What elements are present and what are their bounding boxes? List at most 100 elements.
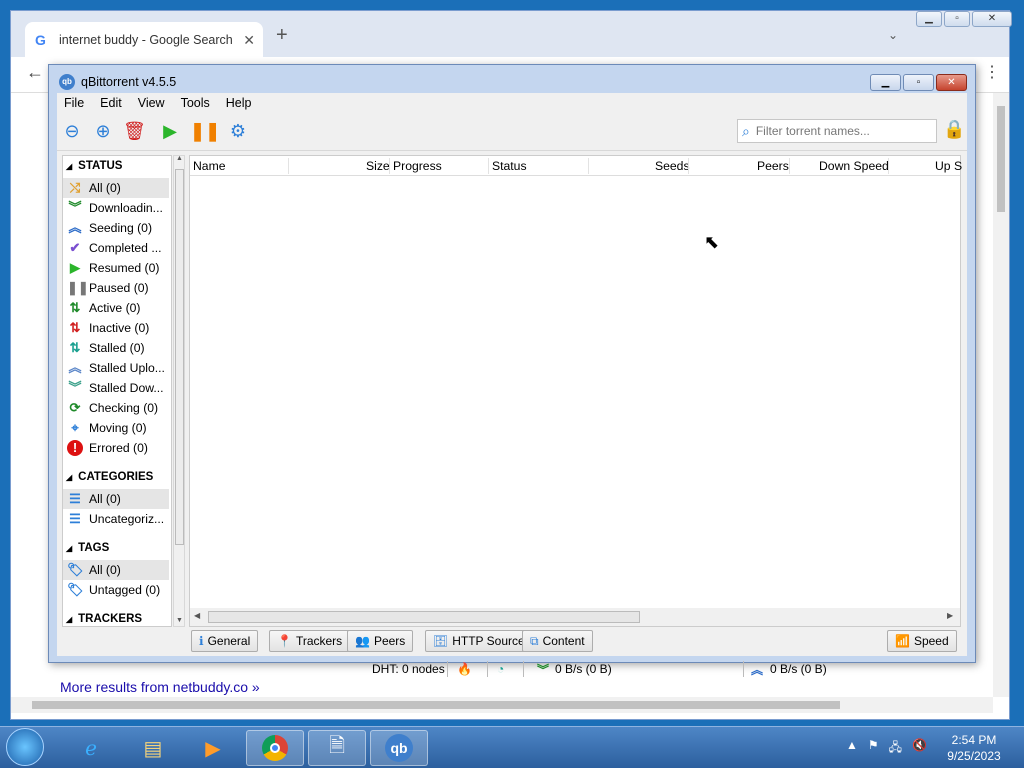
column-separator[interactable] [488,158,489,174]
sidebar-filter-item[interactable]: ▶ Resumed (0) [63,258,169,278]
menu-file[interactable]: File [64,96,84,110]
column-separator[interactable] [688,158,689,174]
scroll-right-arrow-icon[interactable]: ▶ [947,611,953,620]
qb-close-button[interactable]: ✕ [936,74,967,91]
tab-general[interactable]: ℹ General [191,630,259,652]
column-name[interactable]: Name [193,159,226,173]
content-icon: ⧉ [530,633,539,648]
menu-tools[interactable]: Tools [181,96,210,110]
chrome-vscroll-thumb[interactable] [997,106,1005,212]
more-results-link[interactable]: More results from netbuddy.co » [60,679,260,695]
qb-maximize-button[interactable]: ▫ [903,74,934,91]
menu-view[interactable]: View [138,96,165,110]
tag-icon: 🏷 [67,562,84,577]
sidebar-filter-item[interactable]: ⇅ Active (0) [63,298,169,318]
tab-content-label: Content [542,634,585,648]
sidebar-filter-item[interactable]: ︽ Stalled Uplo... [63,358,169,378]
chrome-maximize-button[interactable]: ▫ [944,11,970,27]
network-icon[interactable]: 🖧 [889,738,902,759]
chrome-tab[interactable]: G internet buddy - Google Search ✕ [25,22,263,58]
tab-content[interactable]: ⧉ Content [522,630,593,652]
taskbar-clock[interactable]: 2:54 PM 9/25/2023 [940,732,1008,764]
menu-help[interactable]: Help [226,96,252,110]
add-torrent-file-icon[interactable]: ⊕ [92,120,114,142]
menu-edit[interactable]: Edit [100,96,122,110]
column-separator[interactable] [888,158,889,174]
table-hscroll-thumb[interactable] [208,611,640,623]
scroll-left-arrow-icon[interactable]: ◀ [194,611,200,620]
sidebar-filter-item[interactable]: ⇅ Stalled (0) [63,338,169,358]
taskbar-chrome-icon[interactable] [246,730,304,766]
column-separator[interactable] [789,158,790,174]
sidebar-item-label: Stalled Uplo... [89,361,165,375]
tags-section-header[interactable]: ◢ TAGS [66,542,109,554]
speed-limit-icon[interactable]: ◔ [497,659,504,679]
column-size[interactable]: Size [366,159,390,173]
lock-icon[interactable]: 🔒 [943,119,965,140]
status-section-header[interactable]: ◢ STATUS [66,160,122,172]
chrome-menu-icon[interactable]: ⋮ [984,62,1000,82]
taskbar-media-player-icon[interactable]: ▶ [184,730,242,766]
sidebar-filter-item[interactable]: ⤭ All (0) [63,178,169,198]
sidebar-filter-item[interactable]: ☰ All (0) [63,489,169,509]
column-progress[interactable]: Progress [393,159,442,173]
action-center-flag-icon[interactable]: ⚑ [868,738,879,759]
column-status[interactable]: Status [492,159,527,173]
tab-peers[interactable]: 👥 Peers [347,630,414,652]
chrome-hscroll-thumb[interactable] [32,701,840,709]
sidebar-filter-item[interactable]: ︾ Stalled Dow... [63,378,169,398]
back-arrow-icon[interactable]: ← [26,62,44,83]
sidebar-filter-item[interactable]: ✔ Completed ... [63,238,169,258]
database-icon: 🗄 [433,634,449,648]
categories-section-header[interactable]: ◢ CATEGORIES [66,471,153,483]
double-chevron-up-icon: ︽ [68,360,82,375]
column-peers[interactable]: Peers [757,159,789,173]
options-gear-icon[interactable]: ⚙ [227,120,249,142]
sidebar-filter-item[interactable]: ︾ Downloadin... [63,198,169,218]
chrome-minimize-button[interactable]: ▁ [916,11,942,27]
sidebar-item-label: All (0) [89,492,121,506]
sidebar-filter-item[interactable]: ❚❚ Paused (0) [63,278,169,298]
start-button[interactable] [6,728,44,766]
sidebar-filter-item[interactable]: ︽ Seeding (0) [63,218,169,238]
pause-icon[interactable]: ❚❚ [190,120,220,142]
tab-search-chevron-icon[interactable]: ⌄ [888,28,898,42]
new-tab-button[interactable]: + [276,24,288,47]
sidebar-scroll-thumb[interactable] [175,169,184,545]
taskbar-document-app-icon[interactable]: 🗎 [308,730,366,766]
connection-flame-icon[interactable]: 🔥 [457,659,472,679]
tab-close-icon[interactable]: ✕ [243,32,255,49]
sidebar-filter-item[interactable]: ! Errored (0) [63,438,169,458]
taskbar-internet-explorer-icon[interactable]: ℯ [62,730,120,766]
chrome-close-button[interactable]: ✕ [972,11,1012,27]
qb-window-controls: ▁ ▫ ✕ [870,74,967,91]
volume-muted-icon[interactable]: 🔇 [912,738,927,759]
sidebar-filter-item[interactable]: ⌖ Moving (0) [63,418,169,438]
scroll-up-arrow-icon[interactable]: ▲ [176,155,183,162]
delete-torrent-icon[interactable]: 🗑 [123,120,146,142]
system-tray: ▲ ⚑ 🖧 🔇 [846,738,927,759]
tab-trackers[interactable]: 📍 Trackers [269,630,351,652]
sidebar-filter-item[interactable]: 🏷 All (0) [63,560,169,580]
speed-button[interactable]: 📶 Speed [887,630,957,652]
add-torrent-link-icon[interactable]: ⊖ [61,120,83,142]
column-up-speed[interactable]: Up S [935,159,962,173]
column-separator[interactable] [389,158,390,174]
filter-torrents-input[interactable]: ⌕ Filter torrent names... [737,119,937,143]
show-hidden-icons-icon[interactable]: ▲ [846,738,858,759]
taskbar-explorer-folder-icon[interactable]: ▤ [124,730,182,766]
taskbar-qbittorrent-icon[interactable]: qb [370,730,428,766]
sidebar-filter-item[interactable]: ⟳ Checking (0) [63,398,169,418]
column-seeds[interactable]: Seeds [655,159,690,173]
peers-icon: 👥 [355,634,370,648]
sidebar-filter-item[interactable]: ☰ Uncategoriz... [63,509,169,529]
column-separator[interactable] [288,158,289,174]
sidebar-filter-item[interactable]: 🏷 Untagged (0) [63,580,169,600]
scroll-down-arrow-icon[interactable]: ▼ [176,617,183,624]
trackers-section-header[interactable]: ◢ TRACKERS [66,613,142,625]
column-separator[interactable] [588,158,589,174]
column-down-speed[interactable]: Down Speed [819,159,889,173]
qb-minimize-button[interactable]: ▁ [870,74,901,91]
resume-icon[interactable]: ▶ [159,120,181,142]
sidebar-filter-item[interactable]: ⇅ Inactive (0) [63,318,169,338]
